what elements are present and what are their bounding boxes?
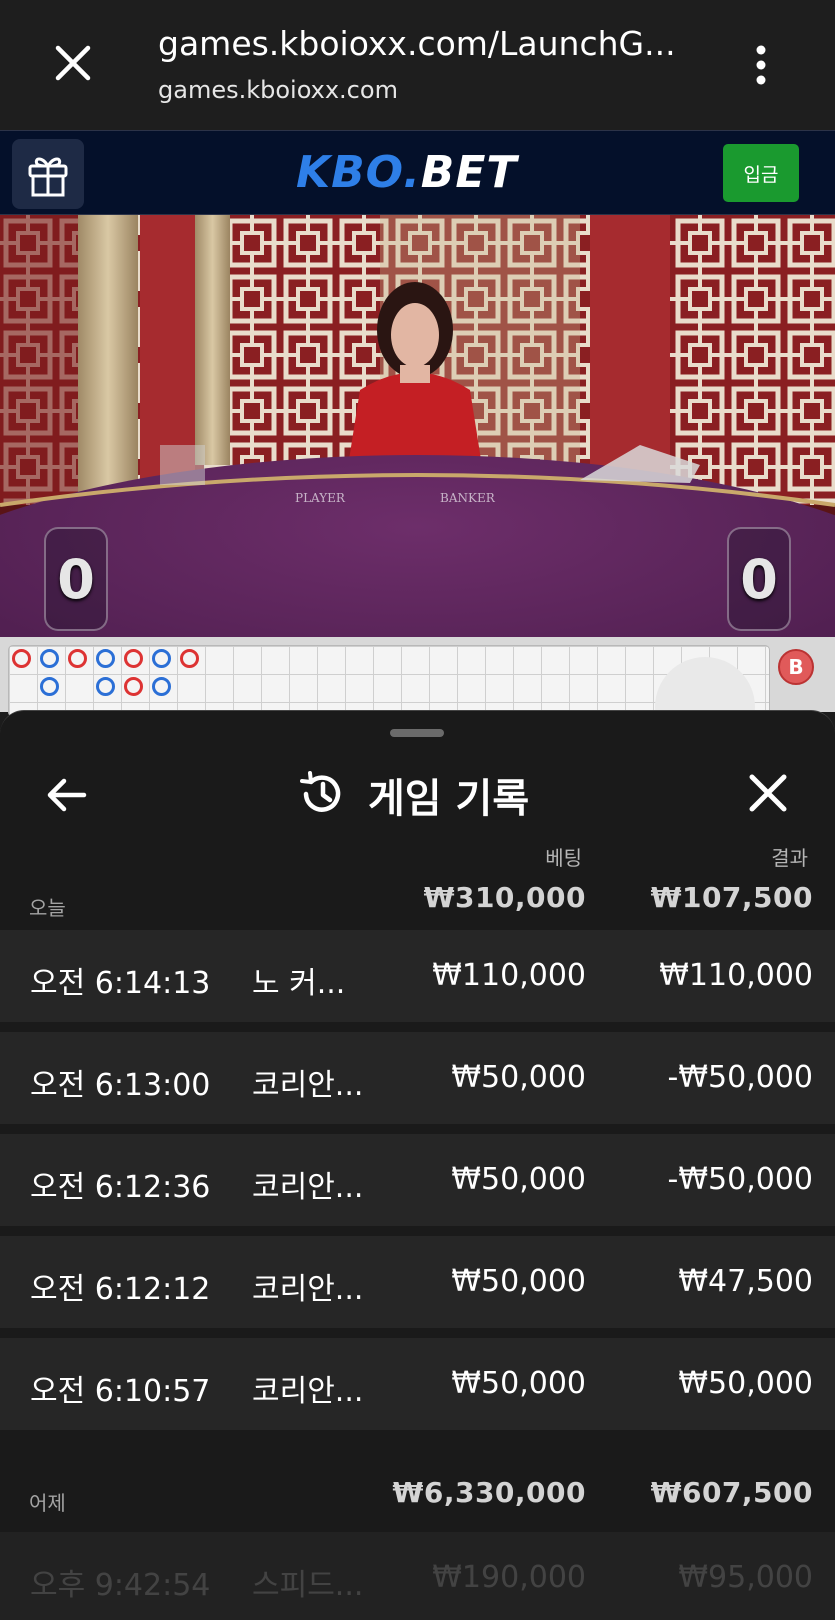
row-bet: ₩50,000 bbox=[451, 1162, 586, 1197]
url-title[interactable]: games.kboioxx.com/LaunchG... bbox=[158, 24, 676, 63]
row-result: ₩50,000 bbox=[678, 1366, 813, 1401]
history-row[interactable]: 오전 6:12:36 코리안... ₩50,000 -₩50,000 bbox=[0, 1134, 835, 1226]
row-game: 코리안... bbox=[252, 1068, 364, 1103]
drag-handle[interactable] bbox=[390, 729, 444, 737]
row-time: 오전 6:14:13 bbox=[30, 966, 211, 1001]
road-bead bbox=[180, 649, 199, 668]
day-label-today: 오늘 bbox=[29, 896, 66, 920]
road-bead bbox=[152, 649, 171, 668]
row-game: 스피드... bbox=[252, 1568, 364, 1603]
row-bet: ₩50,000 bbox=[451, 1264, 586, 1299]
road-bead bbox=[68, 649, 87, 668]
road-bead bbox=[40, 677, 59, 696]
row-game: 코리안... bbox=[252, 1170, 364, 1205]
banker-score: 0 bbox=[727, 527, 791, 631]
row-game: 코리안... bbox=[252, 1374, 364, 1409]
road-bead bbox=[124, 677, 143, 696]
road-bead bbox=[40, 649, 59, 668]
road-map: B bbox=[0, 637, 835, 757]
history-row[interactable]: 오전 6:10:57 코리안... ₩50,000 ₩50,000 bbox=[0, 1338, 835, 1430]
row-game: 코리안... bbox=[252, 1272, 364, 1307]
road-bead bbox=[96, 677, 115, 696]
history-row[interactable]: 오전 6:13:00 코리안... ₩50,000 -₩50,000 bbox=[0, 1032, 835, 1124]
road-bead bbox=[96, 649, 115, 668]
gift-button[interactable] bbox=[12, 139, 84, 209]
today-bet-total: ₩310,000 bbox=[423, 881, 586, 914]
felt-player-label: PLAYER bbox=[295, 491, 346, 505]
deposit-button[interactable]: 입금 bbox=[723, 144, 799, 202]
history-icon bbox=[300, 771, 341, 812]
row-result: ₩110,000 bbox=[659, 958, 813, 993]
row-time: 오전 6:12:36 bbox=[30, 1170, 211, 1205]
yesterday-bet-total: ₩6,330,000 bbox=[392, 1476, 586, 1509]
gift-icon bbox=[28, 157, 68, 197]
url-domain: games.kboioxx.com bbox=[158, 76, 398, 104]
day-label-yesterday: 어제 bbox=[29, 1491, 66, 1515]
row-result: ₩47,500 bbox=[678, 1264, 813, 1299]
row-result: ₩95,000 bbox=[678, 1560, 813, 1595]
row-result: -₩50,000 bbox=[667, 1162, 813, 1197]
history-row[interactable]: 오전 6:14:13 노 커... ₩110,000 ₩110,000 bbox=[0, 930, 835, 1022]
row-time: 오후 9:42:54 bbox=[30, 1568, 211, 1603]
history-row-partial[interactable]: 오후 9:42:54 스피드... ₩190,000 ₩95,000 bbox=[0, 1532, 835, 1620]
game-history-sheet: 게임 기록 베팅 결과 오늘 ₩310,000 ₩107,500 오전 6:14… bbox=[0, 710, 835, 1620]
kbo-bet-logo: KBO.BET bbox=[296, 147, 518, 198]
row-bet: ₩110,000 bbox=[432, 958, 586, 993]
row-game: 노 커... bbox=[252, 966, 346, 1001]
site-header: KBO.BET 입금 bbox=[0, 130, 835, 215]
player-score: 0 bbox=[44, 527, 108, 631]
row-time: 오전 6:13:00 bbox=[30, 1068, 211, 1103]
felt-banker-label: BANKER bbox=[440, 491, 496, 505]
more-options-icon[interactable] bbox=[748, 44, 774, 86]
dealer-scene: PLAYER BANKER bbox=[0, 215, 835, 637]
yesterday-result-total: ₩607,500 bbox=[650, 1476, 813, 1509]
road-bead bbox=[152, 677, 171, 696]
close-icon[interactable] bbox=[744, 769, 792, 817]
row-bet: ₩50,000 bbox=[451, 1366, 586, 1401]
today-result-total: ₩107,500 bbox=[650, 881, 813, 914]
row-bet: ₩190,000 bbox=[432, 1560, 586, 1595]
browser-toolbar: games.kboioxx.com/LaunchG... games.kboio… bbox=[0, 0, 835, 130]
road-bead bbox=[124, 649, 143, 668]
row-result: -₩50,000 bbox=[667, 1060, 813, 1095]
banker-prediction-badge: B bbox=[778, 649, 814, 685]
row-time: 오전 6:10:57 bbox=[30, 1374, 211, 1409]
column-header-bet: 베팅 bbox=[545, 846, 582, 870]
sheet-title: 게임 기록 bbox=[368, 776, 530, 822]
back-arrow-icon[interactable] bbox=[40, 769, 92, 821]
row-time: 오전 6:12:12 bbox=[30, 1272, 211, 1307]
live-dealer-video: PLAYER BANKER 0 0 bbox=[0, 215, 835, 637]
column-header-result: 결과 bbox=[771, 846, 808, 870]
history-row[interactable]: 오전 6:12:12 코리안... ₩50,000 ₩47,500 bbox=[0, 1236, 835, 1328]
row-bet: ₩50,000 bbox=[451, 1060, 586, 1095]
close-icon[interactable] bbox=[50, 40, 96, 86]
road-bead bbox=[12, 649, 31, 668]
